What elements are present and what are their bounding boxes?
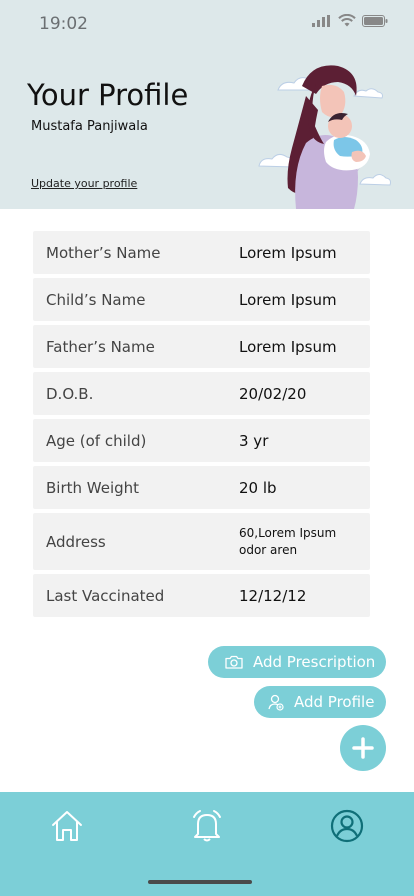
home-icon[interactable] (50, 809, 84, 843)
row-label: Mother’s Name (46, 243, 161, 262)
profile-details-table: Mother’s Name Lorem Ipsum Child’s Name L… (33, 231, 370, 621)
camera-icon (225, 655, 243, 669)
user-name: Mustafa Panjiwala (31, 119, 148, 134)
add-prescription-label: Add Prescription (253, 653, 376, 671)
plus-icon (352, 737, 374, 759)
table-row: Birth Weight 20 lb (33, 466, 370, 509)
table-row: Father’s Name Lorem Ipsum (33, 325, 370, 368)
add-profile-button[interactable]: Add Profile (254, 686, 386, 718)
profile-header: 19:02 Your Profile Mustafa Panjiwala Upd… (0, 0, 414, 209)
bell-icon[interactable] (190, 809, 224, 843)
wifi-icon (338, 14, 356, 27)
row-label: Last Vaccinated (46, 586, 165, 605)
page-title: Your Profile (27, 78, 189, 112)
row-value: 20 lb (239, 478, 277, 497)
table-row: Child’s Name Lorem Ipsum (33, 278, 370, 321)
user-circle-icon[interactable] (330, 809, 364, 843)
row-label: Father’s Name (46, 337, 155, 356)
update-profile-link[interactable]: Update your profile (31, 177, 137, 190)
row-label: Child’s Name (46, 290, 146, 309)
add-fab-button[interactable] (340, 725, 386, 771)
row-label: Address (46, 532, 106, 551)
row-value: 3 yr (239, 431, 269, 450)
status-time: 19:02 (39, 14, 88, 34)
status-icons (312, 14, 388, 27)
row-value: 60,Lorem Ipsum odor aren (239, 525, 337, 557)
add-profile-label: Add Profile (294, 693, 375, 711)
row-value: 12/12/12 (239, 586, 307, 605)
row-label: Age (of child) (46, 431, 147, 450)
add-person-icon (268, 694, 284, 711)
table-row: Age (of child) 3 yr (33, 419, 370, 462)
row-value: 20/02/20 (239, 384, 307, 403)
row-value: Lorem Ipsum (239, 337, 337, 356)
table-row: Address 60,Lorem Ipsum odor aren (33, 513, 370, 570)
mother-and-child-illustration (258, 65, 391, 209)
row-value: Lorem Ipsum (239, 243, 337, 262)
row-label: D.O.B. (46, 384, 94, 403)
row-value: Lorem Ipsum (239, 290, 337, 309)
home-indicator (148, 880, 252, 884)
battery-icon (362, 14, 388, 27)
row-label: Birth Weight (46, 478, 140, 497)
table-row: D.O.B. 20/02/20 (33, 372, 370, 415)
table-row: Last Vaccinated 12/12/12 (33, 574, 370, 617)
table-row: Mother’s Name Lorem Ipsum (33, 231, 370, 274)
add-prescription-button[interactable]: Add Prescription (208, 646, 386, 678)
cellular-signal-icon (312, 14, 330, 27)
